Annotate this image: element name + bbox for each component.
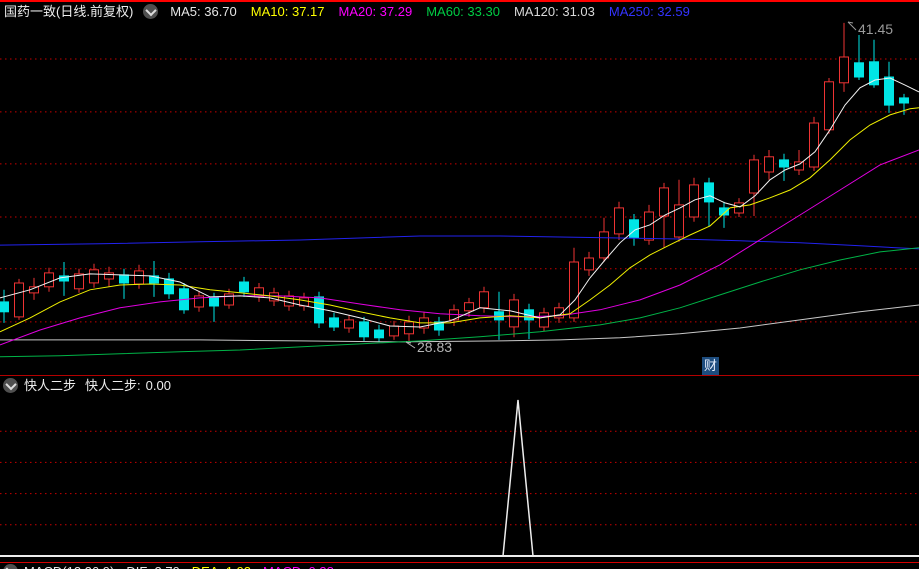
price-annotation: 41.45 xyxy=(858,21,893,37)
candle-body xyxy=(44,272,54,288)
ma-item-ma20: MA20: 37.29 xyxy=(338,4,413,19)
candle-body xyxy=(779,159,789,168)
candle-body xyxy=(749,159,759,194)
candle-body xyxy=(479,291,489,309)
candle-body xyxy=(389,325,399,337)
candle-body xyxy=(539,312,549,328)
collapse-macd-icon[interactable] xyxy=(0,564,18,569)
candle-body xyxy=(569,261,579,319)
bottom-bar: MACD(12,26,9) DIF: 2.70 DEA: 1.92 MACD: 0.… xyxy=(0,564,358,569)
candle-body xyxy=(899,97,909,104)
watermark-badge: 财 xyxy=(702,357,719,375)
stock-title: 国药一致(日线.前复权) xyxy=(4,4,134,19)
indicator-value: 0.00 xyxy=(145,378,171,393)
macd-value-macd: MACD: 0.38 xyxy=(263,564,334,569)
ma-item-ma60: MA60: 33.30 xyxy=(426,4,500,19)
candle-body xyxy=(734,202,744,214)
macd-indicator-label: MACD(12,26,9) xyxy=(24,564,114,569)
main-header: 国药一致(日线.前复权) MA5: 36.70 MA10: 37.17 MA20: … xyxy=(4,4,704,19)
ma-line-ma20 xyxy=(0,149,919,346)
indicator-name: 快人二步 xyxy=(24,378,77,393)
ma-item-ma5: MA5: 36.70 xyxy=(170,4,237,19)
ma-line-ma120 xyxy=(0,304,919,343)
candle-body xyxy=(764,156,774,173)
candle-body xyxy=(464,302,474,312)
candle-body xyxy=(164,278,174,295)
candle-body xyxy=(584,257,594,271)
candle-body xyxy=(884,76,894,106)
candle-body xyxy=(224,293,234,306)
chevron-down-icon xyxy=(4,378,17,390)
candle-body xyxy=(314,296,324,324)
panel-separator xyxy=(0,375,919,376)
collapse-main-icon[interactable] xyxy=(143,4,159,19)
chevron-down-icon xyxy=(145,4,157,16)
price-annotation: 28.83 xyxy=(417,339,452,355)
candle-body xyxy=(104,272,114,280)
candle-body xyxy=(599,231,609,259)
ma-line-ma250 xyxy=(0,235,919,250)
ma-item-ma10: MA10: 37.17 xyxy=(250,4,325,19)
candle-body xyxy=(509,299,519,328)
candle-body xyxy=(344,319,354,329)
candle-body xyxy=(869,61,879,86)
candle-body xyxy=(659,187,669,217)
candle-body xyxy=(824,81,834,131)
indicator-header: 快人二步 快人二步: 0.00 xyxy=(3,378,171,393)
candle-body xyxy=(359,321,369,338)
macd-value-dea: DEA: 1.92 xyxy=(192,564,251,569)
main-chart-svg[interactable]: 41.45 28.83 xyxy=(0,0,919,569)
candle-body xyxy=(284,295,294,307)
candle-body xyxy=(134,270,144,285)
macd-values: DIF: 2.70 DEA: 1.92 MACD: 0.38 xyxy=(126,564,346,569)
ma-line-ma10 xyxy=(0,107,919,333)
candle-body xyxy=(839,56,849,84)
candle-body xyxy=(614,207,624,235)
indicator-value-label: 快人二步: xyxy=(85,378,141,393)
stock-chart-app: 41.45 28.83 国药一致(日线.前复权) MA5: 36.70 MA10: … xyxy=(0,0,919,569)
candle-body xyxy=(689,184,699,218)
candle-body xyxy=(809,122,819,168)
candle-body xyxy=(209,297,219,307)
candle-body xyxy=(404,321,414,335)
indicator-spike xyxy=(0,399,919,557)
candle-body xyxy=(14,282,24,318)
macd-value-dif: DIF: 2.70 xyxy=(126,564,179,569)
ma-item-ma250: MA250: 32.59 xyxy=(608,4,690,19)
candle-body xyxy=(374,329,384,339)
ma-item-ma120: MA120: 31.03 xyxy=(513,4,595,19)
candle-body xyxy=(89,269,99,284)
ma-line-ma60 xyxy=(0,247,919,358)
candle-body xyxy=(854,62,864,78)
candle-body xyxy=(0,301,9,313)
ma-legend: MA5: 36.70 MA10: 37.17 MA20: 37.29 MA60: 33… xyxy=(170,4,704,19)
candle-body xyxy=(329,317,339,328)
candle-body xyxy=(704,182,714,203)
collapse-indicator-icon[interactable] xyxy=(3,378,18,393)
candle-body xyxy=(119,274,129,284)
ma-line-ma5 xyxy=(0,77,919,328)
bottom-separator xyxy=(0,562,919,563)
candle-body xyxy=(239,281,249,293)
